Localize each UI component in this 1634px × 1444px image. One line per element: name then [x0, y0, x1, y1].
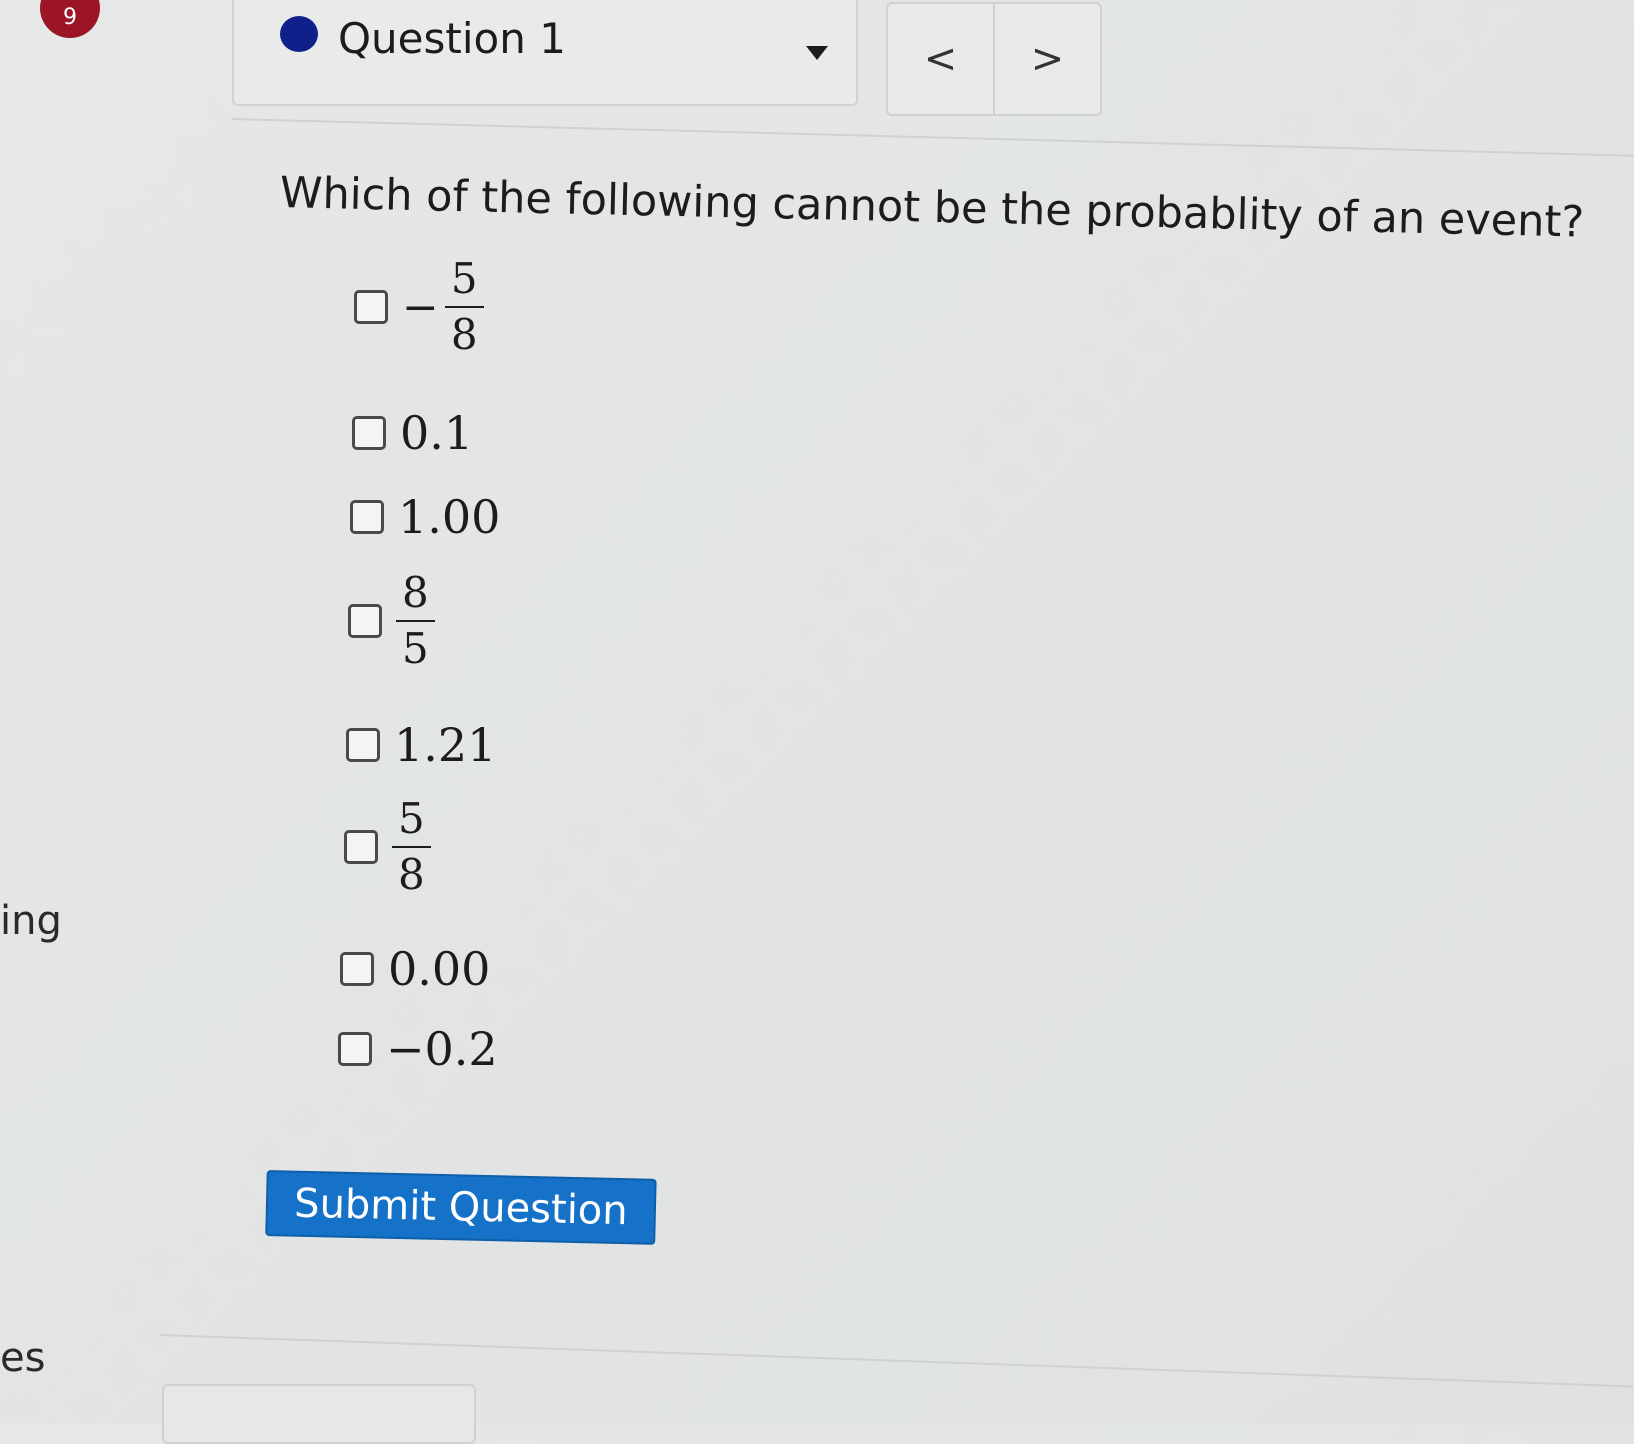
answer-option[interactable]: − 5 8	[354, 254, 484, 360]
option-fraction: − 5 8	[402, 254, 484, 360]
question-select-label: Question 1	[338, 14, 566, 63]
status-dot-icon	[280, 16, 318, 52]
fraction-numerator: 8	[402, 568, 429, 617]
minus-sign: −	[402, 281, 439, 333]
option-label: 1.21	[394, 718, 497, 772]
fraction: 5 8	[392, 794, 431, 900]
answer-option[interactable]: 0.00	[340, 942, 490, 996]
option-checkbox[interactable]	[346, 728, 380, 762]
chevron-left-icon: <	[923, 36, 958, 82]
option-checkbox[interactable]	[350, 500, 384, 534]
next-question-button[interactable]: >	[993, 4, 1100, 114]
previous-question-button[interactable]: <	[888, 4, 993, 114]
option-fraction: 8 5	[396, 568, 435, 674]
notification-badge: 9	[40, 0, 100, 38]
option-checkbox[interactable]	[352, 416, 386, 450]
fraction-denominator: 8	[398, 850, 425, 900]
answer-option[interactable]: −0.2	[338, 1022, 498, 1076]
question-nav: < >	[886, 2, 1102, 116]
footer-panel	[162, 1384, 476, 1444]
option-checkbox[interactable]	[344, 830, 378, 865]
answer-option[interactable]: 1.21	[346, 718, 496, 772]
fraction: 5 8	[444, 254, 484, 360]
fraction-bar	[444, 306, 484, 309]
fraction-bar	[392, 846, 431, 849]
answer-option[interactable]: 0.1	[352, 406, 473, 460]
caret-down-icon	[806, 46, 828, 60]
divider	[231, 118, 1634, 157]
option-label: 0.00	[388, 942, 491, 996]
question-prompt: Which of the following cannot be the pro…	[279, 168, 1585, 248]
question-select-dropdown[interactable]: Question 1	[232, 0, 858, 106]
divider	[159, 1334, 1634, 1388]
fraction: 8 5	[396, 568, 435, 674]
option-label: 0.1	[400, 406, 474, 460]
option-checkbox[interactable]	[354, 290, 388, 325]
answer-option[interactable]: 5 8	[344, 794, 431, 900]
answer-option[interactable]: 1.00	[350, 490, 500, 544]
fraction-denominator: 5	[402, 624, 429, 674]
option-checkbox[interactable]	[338, 1032, 372, 1066]
fraction-denominator: 8	[450, 310, 478, 360]
sidebar-item-fragment[interactable]: es	[0, 1335, 45, 1381]
option-checkbox[interactable]	[348, 604, 382, 639]
fraction-numerator: 5	[450, 254, 478, 303]
option-label: 1.00	[398, 490, 501, 544]
answer-option[interactable]: 8 5	[348, 568, 435, 674]
fraction-numerator: 5	[398, 794, 425, 843]
option-label: −0.2	[386, 1022, 498, 1076]
chevron-right-icon: >	[1030, 36, 1065, 82]
option-checkbox[interactable]	[340, 952, 374, 986]
fraction-bar	[396, 620, 435, 623]
option-fraction: 5 8	[392, 794, 431, 900]
submit-question-button[interactable]: Submit Question	[265, 1170, 657, 1245]
sidebar-item-fragment[interactable]: ing	[0, 898, 62, 944]
